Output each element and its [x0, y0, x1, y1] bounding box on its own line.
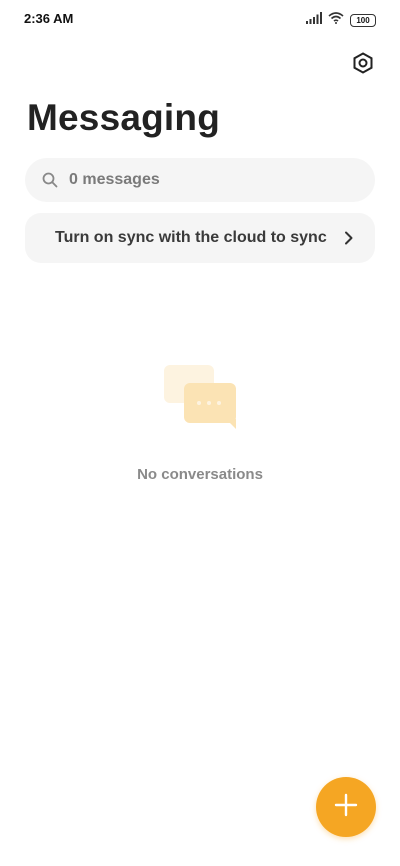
sync-banner-text: Turn on sync with the cloud to sync	[55, 229, 327, 246]
sync-banner[interactable]: Turn on sync with the cloud to sync	[25, 213, 375, 263]
status-icons: 100	[306, 11, 376, 29]
search-icon	[41, 171, 59, 189]
settings-button[interactable]	[349, 51, 377, 79]
empty-state-text: No conversations	[137, 466, 263, 483]
plus-icon	[334, 793, 358, 822]
new-message-button[interactable]	[316, 777, 376, 837]
chevron-right-icon	[341, 230, 357, 246]
status-bar: 2:36 AM 100	[0, 0, 400, 36]
page-title: Messaging	[27, 97, 221, 138]
search-input[interactable]: 0 messages	[69, 171, 160, 189]
settings-hexagon-icon	[352, 51, 374, 79]
search-bar[interactable]: 0 messages	[25, 158, 375, 202]
signal-icon	[306, 11, 322, 29]
status-time: 2:36 AM	[24, 11, 74, 26]
chat-bubbles-icon	[162, 363, 238, 433]
wifi-icon	[328, 11, 344, 29]
battery-icon: 100	[350, 13, 376, 27]
